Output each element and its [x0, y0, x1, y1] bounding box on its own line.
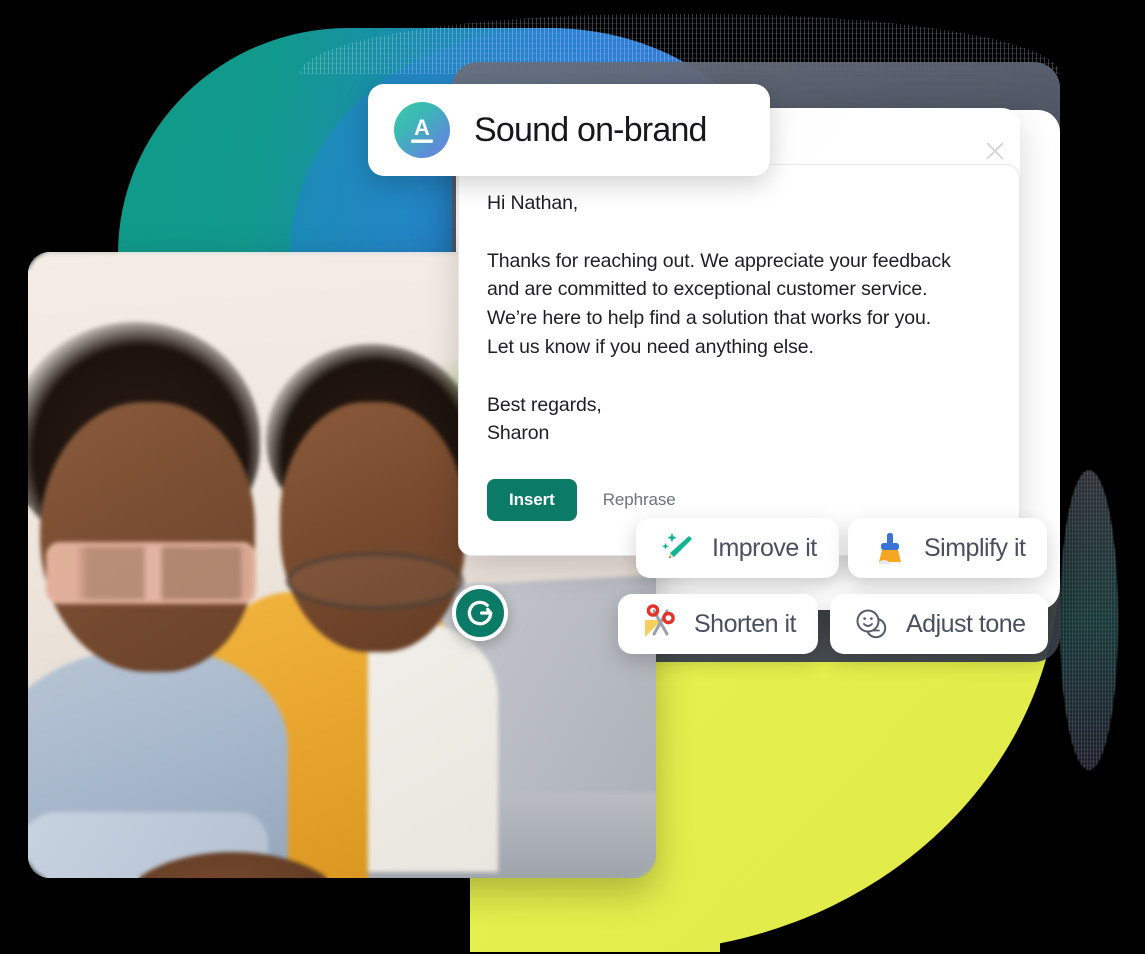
chip-tone-label: Adjust tone [906, 609, 1026, 638]
sound-on-brand-label: Sound on-brand [474, 110, 707, 149]
email-line-1 [487, 218, 991, 247]
email-line-2: Thanks for reaching out. We appreciate y… [487, 249, 951, 272]
chip-simplify-label: Simplify it [924, 533, 1026, 562]
email-draft-panel: Hi Nathan, Thanks for reaching out. We a… [458, 164, 1020, 556]
chip-shorten-label: Shorten it [694, 609, 797, 638]
grammarly-logo[interactable] [452, 585, 508, 641]
chip-shorten-it[interactable]: Shorten it [618, 594, 819, 654]
insert-button[interactable]: Insert [487, 479, 577, 521]
scissors-icon [645, 604, 675, 637]
email-line-7: Best regards, [487, 393, 602, 416]
screenshot-stage: Hi Nathan, Thanks for reaching out. We a… [0, 0, 1145, 954]
email-actions: Insert Rephrase [487, 479, 680, 521]
email-line-4: We’re here to help find a solution that … [487, 307, 932, 330]
rephrase-button[interactable]: Rephrase [599, 486, 680, 514]
close-icon[interactable] [982, 138, 1008, 164]
grammarly-g-icon [467, 600, 493, 626]
smiley-faces-icon [856, 609, 887, 639]
chip-improve-it[interactable]: Improve it [636, 518, 839, 578]
email-body-text: Hi Nathan, Thanks for reaching out. We a… [487, 189, 991, 448]
email-line-6 [487, 362, 991, 391]
chip-improve-label: Improve it [712, 533, 817, 562]
brand-voice-a-icon: A [394, 102, 450, 158]
email-line-0: Hi Nathan, [487, 192, 579, 214]
chip-simplify-it[interactable]: Simplify it [848, 518, 1048, 578]
email-line-3: and are committed to exceptional custome… [487, 278, 928, 301]
chip-adjust-tone[interactable]: Adjust tone [830, 594, 1048, 654]
svg-text:A: A [414, 115, 430, 140]
email-line-5: Let us know if you need anything else. [487, 335, 814, 358]
broom-icon [879, 533, 901, 564]
email-line-8: Sharon [487, 422, 550, 445]
background-noise-right [1060, 470, 1118, 770]
sparkle-pencil-icon [662, 533, 692, 558]
sound-on-brand-badge[interactable]: A Sound on-brand [368, 84, 770, 176]
